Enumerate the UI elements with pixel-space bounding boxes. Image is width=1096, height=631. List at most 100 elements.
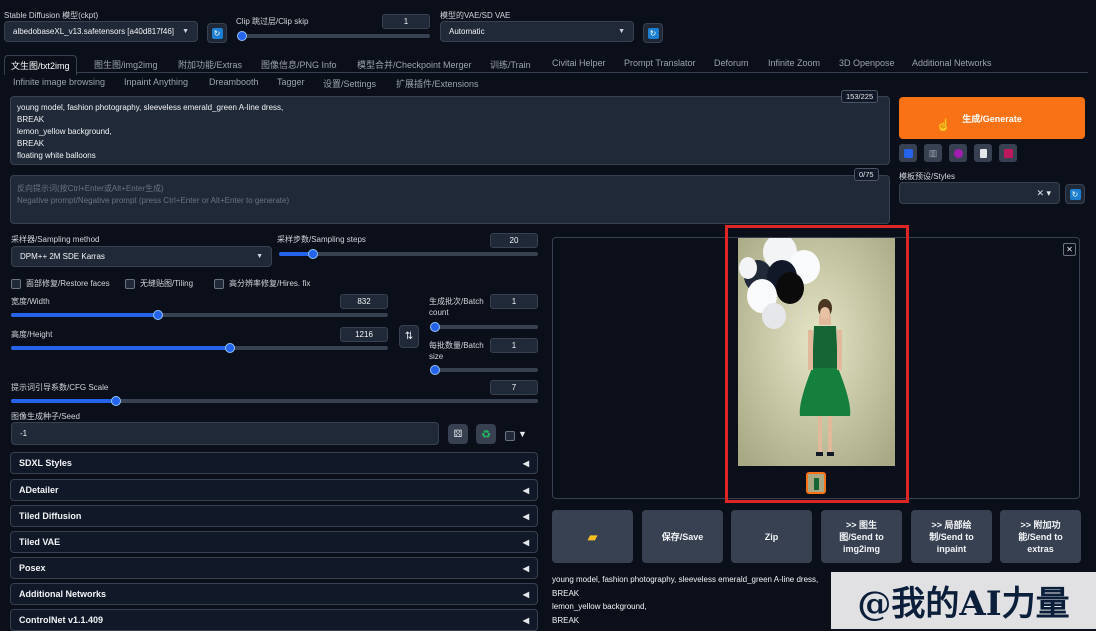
chevron-down-icon: ▼ (256, 253, 263, 260)
ckpt-value: albedobaseXL_v13.safetensors [a40d817f46… (13, 27, 175, 36)
vae-dropdown[interactable]: Automatic ▼ (440, 21, 634, 42)
cfg-scale-input[interactable]: 7 (490, 380, 538, 395)
refresh-vae-button[interactable]: ↻ (643, 23, 663, 43)
checkbox-box[interactable] (11, 278, 21, 289)
tab-tagger[interactable]: Tagger (277, 77, 305, 87)
tab-img2img[interactable]: 图生图/img2img (94, 58, 158, 71)
slider-thumb[interactable] (307, 249, 318, 259)
tab-3d-openpose[interactable]: 3D Openpose (839, 58, 895, 68)
extra-seed-checkbox[interactable] (505, 431, 515, 441)
toolbar-check-button[interactable] (899, 144, 917, 162)
checkbox-label: 面部修复/Restore faces (26, 279, 110, 288)
slider-thumb[interactable] (237, 31, 247, 41)
tab-deforum[interactable]: Deforum (714, 58, 749, 68)
accordion-sdxl-styles[interactable]: SDXL Styles ◀ (10, 452, 538, 474)
tab-infinite-zoom[interactable]: Infinite Zoom (768, 58, 820, 68)
slider-fill (11, 399, 117, 403)
height-input[interactable]: 1216 (340, 327, 388, 342)
prompt-token-counter: 153/225 (841, 90, 879, 103)
check-icon (903, 148, 913, 158)
generate-button[interactable]: 生成/Generate (899, 97, 1085, 139)
reuse-seed-button[interactable]: ♻ (476, 424, 496, 444)
tab-settings[interactable]: 设置/Settings (323, 77, 376, 90)
accordion-tiled-vae[interactable]: Tiled VAE ◀ (10, 531, 538, 553)
width-slider[interactable] (11, 310, 388, 320)
batch-count-input[interactable]: 1 (490, 294, 538, 309)
slider-thumb[interactable] (153, 310, 164, 320)
restore-faces-checkbox[interactable]: 面部修复/Restore faces (11, 278, 110, 289)
accordion-adetailer[interactable]: ADetailer ◀ (10, 479, 538, 501)
hires-fix-checkbox[interactable]: 高分辨率修复/Hires. fix (214, 278, 310, 289)
tab-extras[interactable]: 附加功能/Extras (178, 58, 242, 71)
toolbar-save-style-button[interactable] (999, 144, 1017, 162)
sampling-steps-slider[interactable] (279, 249, 538, 259)
send-to-inpaint-button[interactable]: >> 局部绘 制/Send to inpaint (911, 510, 992, 563)
refresh-ckpt-button[interactable]: ↻ (207, 23, 227, 43)
clipboard-icon (979, 148, 987, 158)
triangle-left-icon: ◀ (522, 589, 529, 599)
tab-train[interactable]: 训练/Train (490, 58, 531, 71)
ckpt-dropdown[interactable]: albedobaseXL_v13.safetensors [a40d817f46… (4, 21, 198, 42)
ckpt-label: Stable Diffusion 模型(ckpt) (4, 11, 99, 20)
tab-checkpoint-merger[interactable]: 模型合并/Checkpoint Merger (357, 58, 472, 71)
slider-fill (11, 346, 230, 350)
clip-skip-label: Clip 跳过层/Clip skip (236, 17, 309, 26)
clip-skip-input[interactable]: 1 (382, 14, 430, 29)
send-to-extras-button[interactable]: >> 附加功 能/Send to extras (1000, 510, 1081, 563)
slider-thumb[interactable] (111, 396, 122, 406)
info-line: BREAK (552, 588, 580, 598)
tiling-checkbox[interactable]: 无缝贴图/Tiling (125, 278, 193, 289)
tab-dreambooth[interactable]: Dreambooth (209, 77, 259, 87)
slider-thumb[interactable] (224, 343, 235, 353)
sampling-method-dropdown[interactable]: DPM++ 2M SDE Karras ▼ (11, 246, 272, 267)
batch-size-slider[interactable] (430, 365, 538, 375)
accordion-controlnet[interactable]: ControlNet v1.1.409 ◀ (10, 609, 538, 631)
toolbar-trash-button[interactable]: ▥ (924, 144, 942, 162)
clear-close-icon[interactable]: ✕ ▾ (1036, 188, 1051, 199)
tab-additional-networks[interactable]: Additional Networks (912, 58, 992, 68)
accordion-additional-networks[interactable]: Additional Networks ◀ (10, 583, 538, 605)
accordion-title: Posex (19, 563, 46, 573)
negative-token-counter: 0/75 (854, 168, 879, 181)
send-to-img2img-button[interactable]: >> 图生 图/Send to img2img (821, 510, 902, 563)
prompt-textarea[interactable]: young model, fashion photography, sleeve… (10, 96, 890, 165)
negative-prompt-textarea[interactable]: 反向提示词(按Ctrl+Enter或Alt+Enter生成) Negative … (10, 175, 890, 224)
slider-thumb[interactable] (430, 365, 440, 375)
seed-input[interactable]: -1 (11, 422, 439, 445)
clip-skip-slider[interactable] (237, 31, 430, 41)
cfg-scale-slider[interactable] (11, 396, 538, 406)
batch-size-input[interactable]: 1 (490, 338, 538, 353)
tab-prompt-translator[interactable]: Prompt Translator (624, 58, 696, 68)
slider-thumb[interactable] (430, 322, 440, 332)
triangle-left-icon: ◀ (522, 458, 529, 468)
styles-dropdown[interactable]: ✕ ▾ (899, 182, 1060, 204)
checkbox-box[interactable] (125, 278, 135, 289)
swap-dimensions-button[interactable]: ⇅ (399, 325, 419, 348)
accordion-tiled-diffusion[interactable]: Tiled Diffusion ◀ (10, 505, 538, 527)
refresh-styles-button[interactable]: ↻ (1065, 184, 1085, 204)
close-icon[interactable]: ✕ (1063, 243, 1076, 256)
save-button[interactable]: 保存/Save (642, 510, 723, 563)
tab-extensions[interactable]: 扩展插件/Extensions (396, 77, 479, 90)
height-slider[interactable] (11, 343, 388, 353)
open-folder-button[interactable]: ▰ (552, 510, 633, 563)
width-input[interactable]: 832 (340, 294, 388, 309)
tab-infinite-image-browsing[interactable]: Infinite image browsing (13, 77, 105, 87)
sampling-steps-input[interactable]: 20 (490, 233, 538, 248)
accordion-title: Additional Networks (19, 589, 107, 599)
tab-inpaint-anything[interactable]: Inpaint Anything (124, 77, 188, 87)
chevron-down-icon: ▼ (182, 28, 189, 35)
zip-button[interactable]: Zip (731, 510, 812, 563)
tab-civitai-helper[interactable]: Civitai Helper (552, 58, 606, 68)
slider-fill (11, 313, 159, 317)
batch-count-slider[interactable] (430, 322, 538, 332)
random-seed-button[interactable]: ⚄ (448, 424, 468, 444)
toolbar-clipboard-button[interactable] (974, 144, 992, 162)
tab-txt2img[interactable]: 文生图/txt2img (4, 55, 77, 75)
accordion-posex[interactable]: Posex ◀ (10, 557, 538, 579)
checkbox-box[interactable] (214, 278, 224, 289)
vae-value: Automatic (449, 27, 485, 36)
tab-png-info[interactable]: 图像信息/PNG Info (261, 58, 337, 71)
toolbar-style-button[interactable] (949, 144, 967, 162)
extra-seed-toggle-icon[interactable]: ▼ (518, 429, 527, 439)
